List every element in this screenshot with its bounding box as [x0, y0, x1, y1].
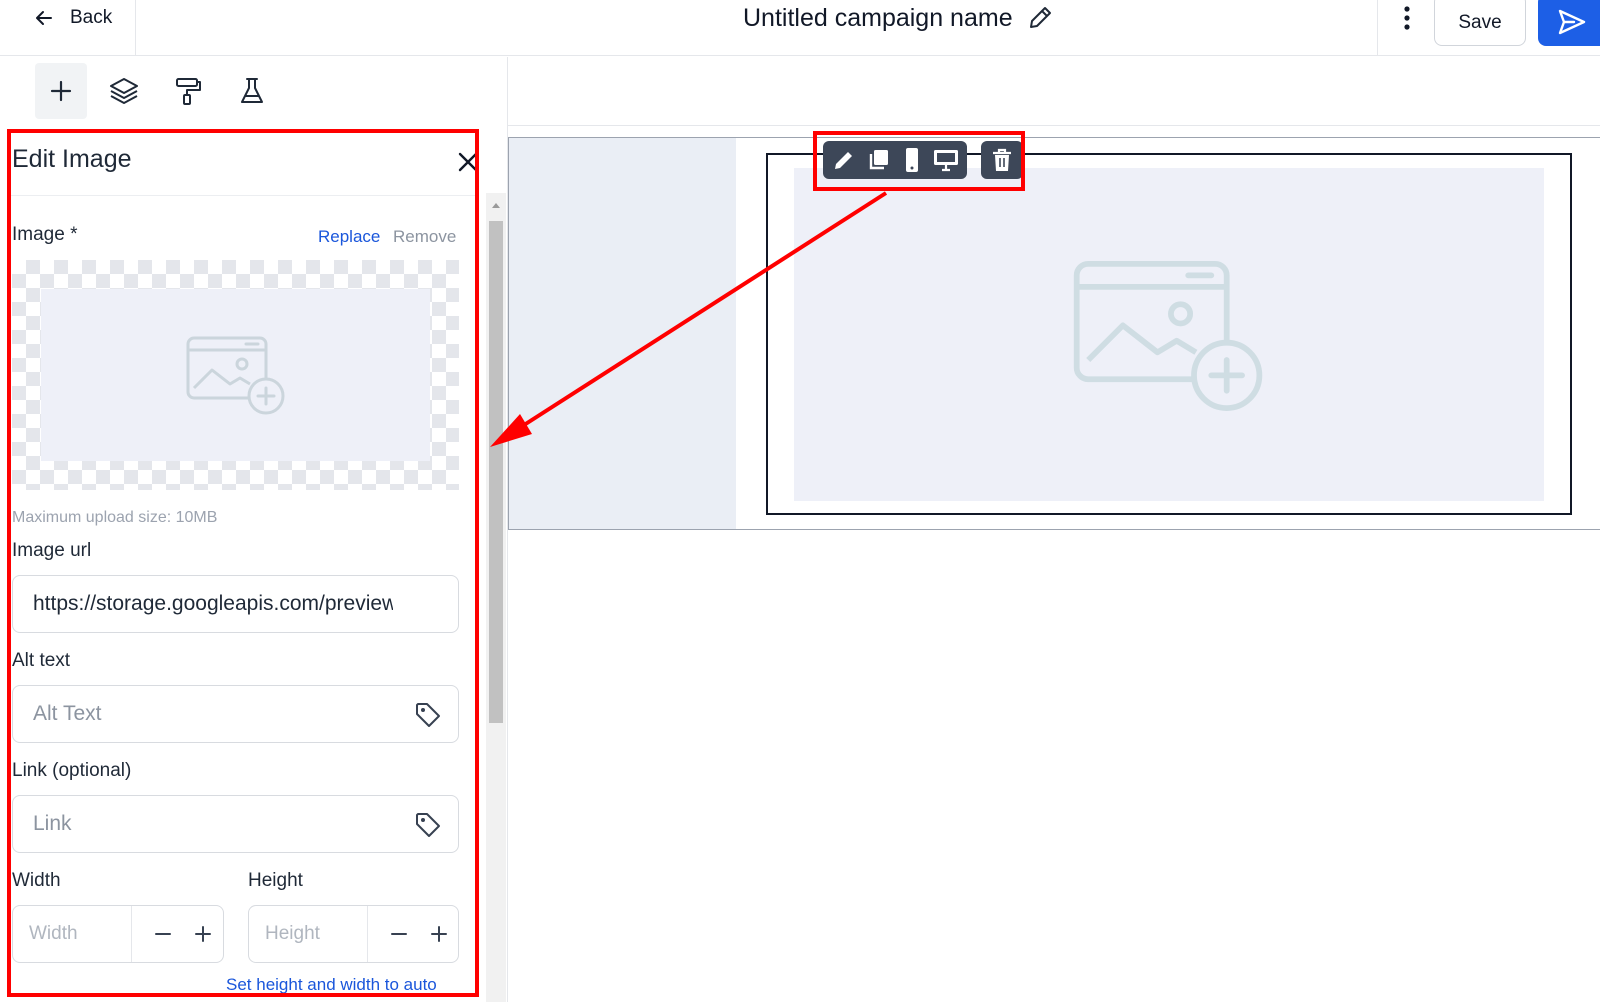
campaign-title[interactable]: Untitled campaign name: [743, 0, 1053, 36]
link-input[interactable]: [13, 812, 393, 836]
caret-up-icon: [492, 203, 500, 208]
alt-text-input[interactable]: [13, 702, 393, 726]
tag-icon[interactable]: [414, 701, 442, 729]
block-toolbar-group: [981, 141, 1023, 179]
style-tool[interactable]: [162, 63, 214, 119]
divider: [135, 0, 136, 56]
height-decrement-button[interactable]: [379, 906, 419, 962]
auto-size-link[interactable]: Set height and width to auto: [226, 975, 437, 995]
tag-icon[interactable]: [414, 811, 442, 839]
divider: [1377, 0, 1378, 56]
scroll-up-button[interactable]: [486, 193, 506, 217]
link-label: Link (optional): [12, 760, 132, 781]
width-input[interactable]: [13, 906, 131, 962]
divider: [507, 125, 1600, 126]
width-increment-button[interactable]: [183, 906, 223, 962]
image-url-label: Image url: [12, 540, 92, 561]
layers-icon: [110, 78, 138, 104]
image-add-icon: [1073, 260, 1263, 411]
scrollbar-thumb[interactable]: [489, 221, 503, 723]
divider: [10, 195, 478, 196]
flask-icon: [241, 78, 263, 103]
minus-icon: [391, 933, 407, 935]
add-block-tool[interactable]: [35, 63, 87, 119]
more-options-button[interactable]: [1392, 2, 1422, 34]
image-preview: [41, 289, 430, 461]
image-upload-area[interactable]: [12, 260, 459, 490]
delete-block-button[interactable]: [987, 144, 1017, 176]
width-stepper[interactable]: [12, 905, 224, 963]
duplicate-block-button[interactable]: [863, 144, 893, 176]
mobile-icon: [906, 148, 918, 172]
back-button[interactable]: Back: [22, 0, 136, 36]
kebab-menu-icon: [1404, 6, 1410, 30]
top-bar: Back Untitled campaign name Save: [0, 0, 1600, 56]
image-url-field[interactable]: [12, 575, 459, 633]
image-placeholder: [794, 168, 1544, 501]
plus-icon: [50, 80, 72, 102]
height-increment-button[interactable]: [419, 906, 459, 962]
panel-scrollbar[interactable]: [486, 193, 506, 1002]
pencil-icon: [835, 152, 852, 169]
edit-block-button[interactable]: [829, 144, 859, 176]
image-add-icon: [186, 336, 284, 415]
image-url-input[interactable]: [13, 592, 393, 616]
campaign-title-text: Untitled campaign name: [743, 3, 1013, 32]
close-icon: [458, 152, 478, 172]
edit-image-panel: Edit Image Image * Replace Remove Maximu…: [0, 129, 478, 1002]
plus-icon: [195, 926, 211, 942]
email-canvas: [508, 137, 1600, 530]
height-label: Height: [248, 870, 303, 891]
height-input[interactable]: [249, 906, 367, 962]
alt-text-field[interactable]: [12, 685, 459, 743]
width-label: Width: [12, 870, 61, 891]
replace-image-link[interactable]: Replace: [318, 227, 380, 247]
mobile-view-button[interactable]: [897, 144, 927, 176]
close-panel-button[interactable]: [456, 150, 480, 174]
arrow-left-icon: [36, 11, 52, 25]
save-button[interactable]: Save: [1434, 0, 1526, 46]
back-label: Back: [70, 7, 113, 28]
desktop-view-button[interactable]: [931, 144, 961, 176]
selected-image-block[interactable]: [766, 153, 1572, 515]
image-label: Image *: [12, 224, 78, 245]
panel-title: Edit Image: [12, 145, 132, 173]
tool-row: [0, 57, 509, 125]
minus-icon: [155, 933, 171, 935]
block-toolbar-group: [823, 141, 967, 179]
layers-tool[interactable]: [98, 63, 150, 119]
desktop-icon: [934, 150, 958, 172]
canvas-gutter: [509, 138, 736, 529]
duplicate-icon: [869, 150, 888, 170]
divider: [131, 906, 132, 962]
send-icon: [1558, 9, 1586, 35]
trash-icon: [993, 148, 1011, 171]
paint-roller-icon: [176, 78, 201, 105]
plus-icon: [431, 926, 447, 942]
link-field[interactable]: [12, 795, 459, 853]
block-toolbar: [823, 141, 1023, 179]
width-decrement-button[interactable]: [143, 906, 183, 962]
remove-image-link[interactable]: Remove: [393, 227, 456, 247]
alt-text-label: Alt text: [12, 650, 71, 671]
upload-size-hint: Maximum upload size: 10MB: [12, 509, 218, 526]
pencil-outline-icon[interactable]: [1027, 5, 1053, 31]
height-stepper[interactable]: [248, 905, 459, 963]
send-button[interactable]: [1538, 0, 1600, 46]
test-tool[interactable]: [226, 63, 278, 119]
divider: [367, 906, 368, 962]
